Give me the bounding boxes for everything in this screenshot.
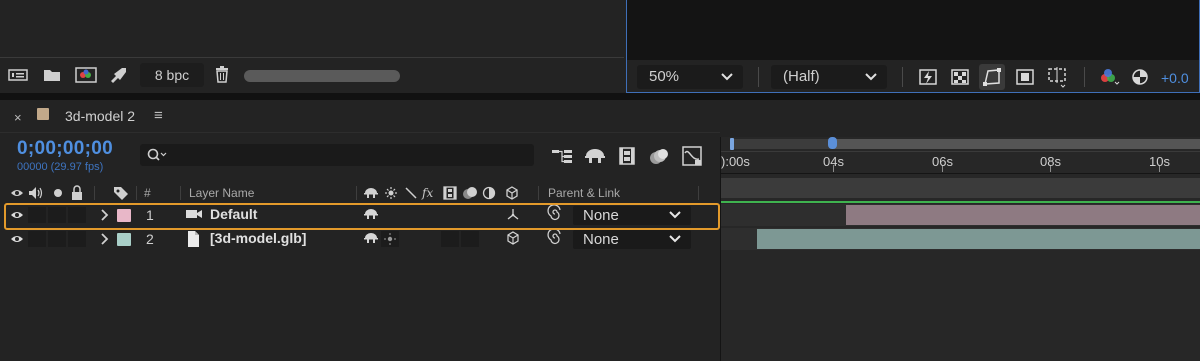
timeline-panel: × 3d-model 2 ≡ 0;00;00;00 00000 (29.97 f… [0,100,1200,361]
3d-layer-icon[interactable] [506,230,520,249]
region-of-interest-icon[interactable] [1015,68,1035,91]
transparency-grid-icon[interactable] [950,68,970,91]
panel-menu-icon[interactable]: ≡ [154,107,163,124]
comp-label-swatch [37,108,49,120]
frame-blending-icon[interactable] [617,146,637,171]
divider [698,186,699,200]
panel-divider [0,93,1200,100]
divider [538,186,539,200]
lock-toggle[interactable] [68,231,86,247]
new-composition-icon[interactable] [74,66,98,88]
effects-switch-icon[interactable]: fx [422,184,433,202]
magnification-value: 50% [649,68,680,85]
layer-track[interactable] [721,228,1200,250]
divider [902,67,903,87]
graph-editor-icon[interactable] [681,145,703,172]
audio-toggle[interactable] [28,231,46,247]
layer-duration-bar[interactable] [757,229,1200,249]
shy-layers-icon[interactable] [583,146,607,171]
after-effects-window: 8 bpc 50% (Half) +0.0 × 3d-model 2 ≡ 0;0… [0,0,1200,361]
chevron-down-icon [669,232,681,249]
new-folder-icon[interactable] [42,67,62,87]
exposure-value[interactable]: +0.0 [1161,69,1189,87]
composition-mini-flowchart-icon[interactable] [551,147,575,170]
ruler-tick-label: 10s [1149,154,1170,169]
time-graph-header [721,178,1200,198]
number-column-header[interactable]: # [144,184,151,202]
shy-switch-icon[interactable] [363,230,379,249]
divider [0,57,624,58]
parent-value: None [583,231,619,248]
layer-column-header: # Layer Name fx Parent & Link [0,184,720,202]
current-time-display[interactable]: 0;00;00;00 [17,138,113,160]
file-icon [185,230,201,251]
project-scrollbar[interactable] [244,70,400,82]
layer-track[interactable] [721,204,1200,226]
project-panel: 8 bpc [0,0,624,93]
time-graph[interactable]: ):00s 04s 06s 08s 10s [721,137,1200,361]
reset-exposure-icon[interactable] [1130,67,1150,92]
motion-blur-toggle[interactable] [461,231,479,247]
layer-duration-bar[interactable] [846,205,1200,225]
resolution-dropdown[interactable]: (Half) [771,65,887,89]
layer-label-swatch[interactable] [117,233,131,246]
search-icon [146,146,170,167]
divider [136,186,137,200]
expand-arrow-icon[interactable] [100,231,110,250]
trash-icon[interactable] [214,66,230,88]
parent-link-column-header[interactable]: Parent & Link [548,184,620,202]
work-area-end-handle[interactable] [828,137,837,149]
render-queue-icon[interactable] [108,66,128,88]
parent-dropdown[interactable]: None [573,230,691,249]
pick-whip-icon[interactable] [547,228,563,251]
selected-layer-highlight [4,203,720,230]
composition-viewer: 50% (Half) +0.0 [626,0,1200,93]
work-area-range[interactable] [732,139,832,149]
ruler-tick-label: ):00s [721,154,750,169]
divider [356,186,357,200]
motion-blur-icon[interactable] [648,146,670,171]
mask-visibility-icon[interactable] [979,64,1005,90]
timeline-tab-title[interactable]: 3d-model 2 [65,108,135,124]
magnification-dropdown[interactable]: 50% [637,65,743,89]
frame-blend-toggle[interactable] [441,231,459,247]
color-channels-icon[interactable] [1097,67,1120,92]
layer-number: 2 [146,231,154,247]
ruler-tick-label: 08s [1040,154,1061,169]
ruler-tick-label: 04s [823,154,844,169]
viewer-toolbar: 50% (Half) +0.0 [627,60,1199,92]
layer-name-column-header[interactable]: Layer Name [189,184,254,202]
divider [0,132,720,133]
fast-previews-icon[interactable] [918,68,938,91]
ruler-top-line [721,151,1200,152]
layer-name[interactable]: [3d-model.glb] [210,230,306,246]
divider [180,186,181,200]
solo-toggle[interactable] [48,231,66,247]
close-tab-icon[interactable]: × [14,110,22,125]
interpret-footage-icon[interactable] [7,67,29,87]
divider [1084,67,1085,87]
work-area-start-handle[interactable] [730,138,734,150]
viewer-canvas[interactable] [627,0,1199,60]
divider [94,186,95,200]
render-bar [721,201,1200,203]
divider [758,67,759,87]
ruler-tick-label: 06s [932,154,953,169]
video-visibility-icon[interactable] [10,231,24,250]
layer-search-field[interactable] [140,144,534,166]
frame-rate-text: 00000 (29.97 fps) [17,161,104,173]
collapse-toggle[interactable] [381,231,399,247]
resolution-value: (Half) [783,68,820,85]
color-depth-button[interactable]: 8 bpc [140,63,204,87]
layer-row[interactable]: 2 [3d-model.glb] None [0,228,720,250]
divider [721,173,1200,174]
guides-grid-icon[interactable] [1046,66,1066,93]
